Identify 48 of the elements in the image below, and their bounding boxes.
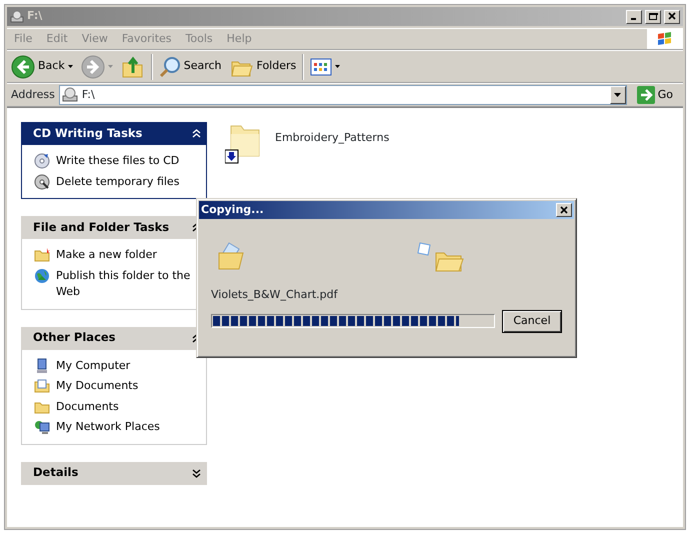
maximize-icon[interactable] xyxy=(648,12,658,21)
minimize-button[interactable] xyxy=(626,10,642,24)
caret-icon xyxy=(335,65,340,68)
drive-icon xyxy=(10,10,24,24)
task-link[interactable]: My Computer xyxy=(56,358,130,374)
globe-icon xyxy=(34,268,50,284)
expand-icon xyxy=(192,468,201,478)
panel-header[interactable]: Details xyxy=(21,462,207,484)
go-button[interactable]: Go xyxy=(630,86,679,104)
dropdown-button[interactable] xyxy=(610,86,626,104)
file-name: Violets_B&W_Chart.pdf xyxy=(210,287,339,303)
dialog-title: Copying... xyxy=(201,202,264,218)
task-link[interactable]: Write these files to CD xyxy=(56,153,180,170)
maximize-button[interactable] xyxy=(645,10,661,24)
task-link[interactable]: Make a new folder xyxy=(56,247,157,264)
new-folder-icon xyxy=(34,247,50,263)
task-link[interactable]: My Documents xyxy=(56,378,138,394)
address-label: Address xyxy=(11,86,55,103)
cancel-button[interactable]: Cancel xyxy=(502,310,562,332)
views-icon xyxy=(310,58,332,76)
search-icon xyxy=(158,56,181,78)
panel-header[interactable]: CD Writing Tasks xyxy=(21,122,207,145)
file-name[interactable]: Embroidery_Patterns xyxy=(275,130,390,146)
task-link[interactable]: My Network Places xyxy=(56,419,160,436)
window-title: F:\ xyxy=(27,8,44,24)
search-button[interactable]: Search xyxy=(154,52,226,80)
task-link[interactable]: Publish this folder to the Web xyxy=(56,268,198,300)
task-link[interactable]: Delete temporary files xyxy=(56,174,180,190)
folders-button[interactable]: Folders xyxy=(226,52,300,80)
close-button[interactable] xyxy=(556,203,572,217)
caret-icon xyxy=(108,65,113,68)
address-field[interactable]: F:\ xyxy=(58,85,627,105)
close-icon[interactable] xyxy=(667,12,677,21)
back-button[interactable]: Back xyxy=(7,52,77,82)
close-button[interactable] xyxy=(664,10,680,24)
arrow-icon xyxy=(636,86,655,104)
cd-icon xyxy=(34,174,50,190)
computer-icon xyxy=(34,358,50,374)
cd-icon xyxy=(34,153,50,169)
caret-icon xyxy=(68,65,73,68)
up-folder-icon xyxy=(120,54,145,78)
network-icon xyxy=(34,419,50,435)
collapse-icon xyxy=(192,129,201,138)
task-link[interactable]: Documents xyxy=(56,398,119,415)
documents-icon xyxy=(34,378,50,394)
drive-icon xyxy=(62,87,78,103)
close-icon[interactable] xyxy=(559,206,569,214)
caret-icon[interactable] xyxy=(614,93,622,97)
